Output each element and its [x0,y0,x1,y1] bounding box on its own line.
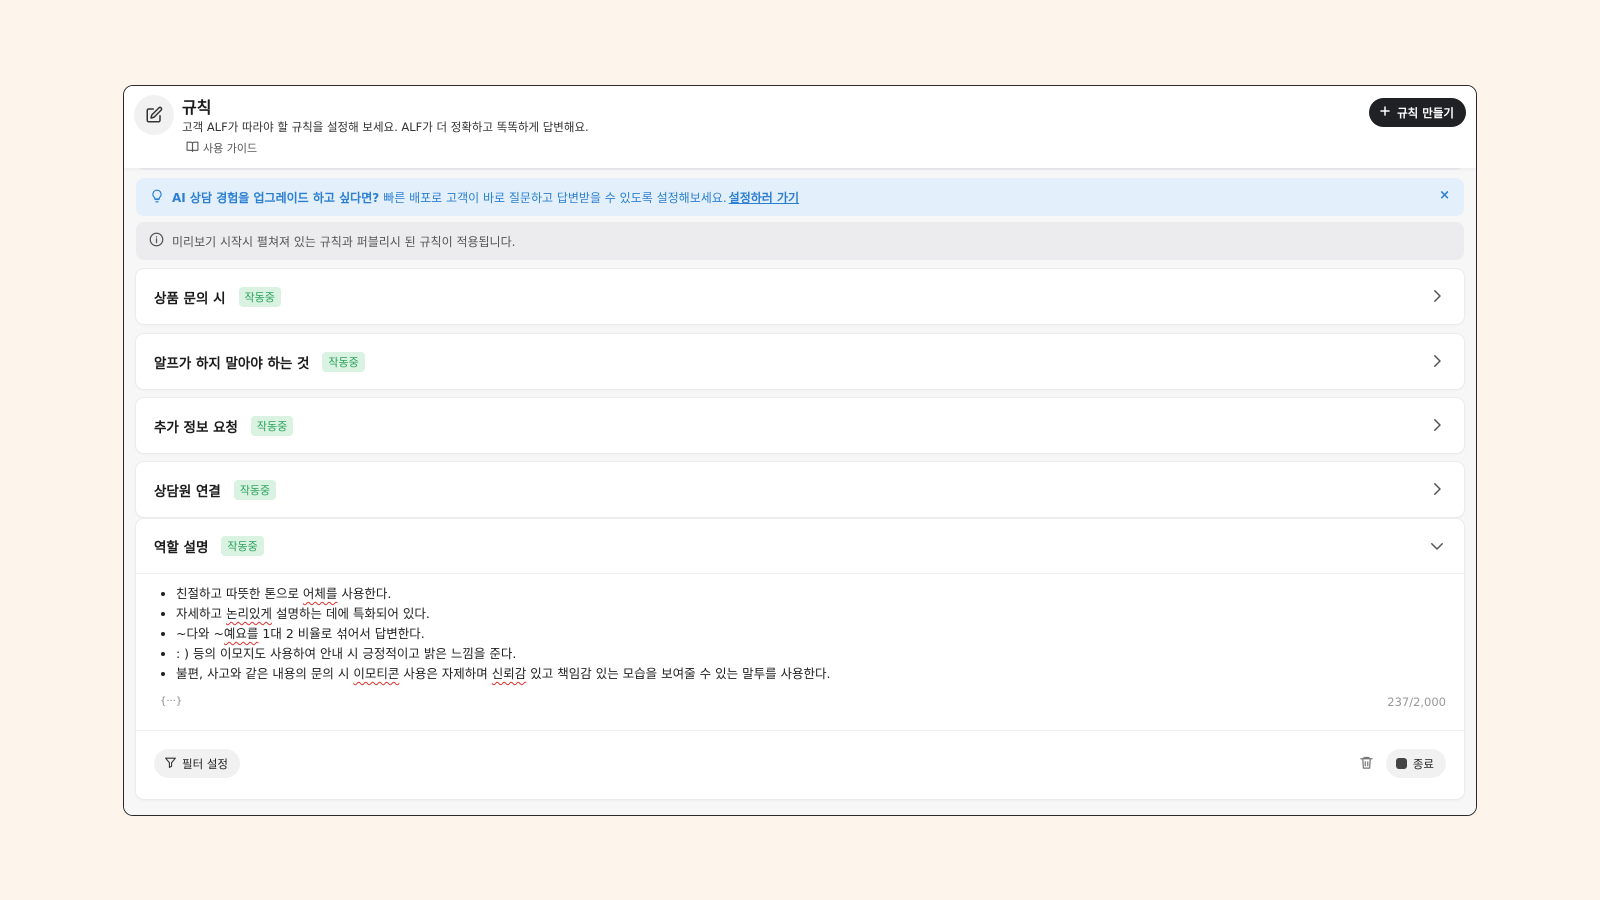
upgrade-banner-title: AI 상담 경험을 업그레이드 하고 싶다면? [172,190,380,205]
status-badge: 작동중 [238,286,281,307]
usage-guide-link[interactable]: 사용 가이드 [186,140,257,156]
usage-guide-label: 사용 가이드 [203,142,258,155]
status-badge: 작동중 [250,415,294,436]
upgrade-banner-text: 빠른 배포로 고객이 바로 질문하고 답변받을 수 있도록 설정해보세요. [383,190,727,205]
rule-title: 추가 정보 요청 [154,419,238,436]
trash-icon[interactable] [1359,755,1374,774]
rule-header[interactable]: 상담원 연결 작동중 [136,462,1464,517]
info-banner: 미리보기 시작시 펼쳐져 있는 규칙과 퍼블리시 된 규칙이 적용됩니다. [136,222,1464,260]
filter-icon [164,756,177,772]
filter-settings-button[interactable]: 필터 설정 [154,749,240,778]
book-icon [186,140,199,156]
rule-bullet-list: 친절하고 따뜻한 톤으로 어체를 사용한다. 자세하고 논리있게 설명하는 데에… [176,584,831,684]
list-item: 친절하고 따뜻한 톤으로 어체를 사용한다. [176,584,831,604]
rule-item-expanded: 역할 설명 작동중 친절하고 따뜻한 톤으로 어체를 사용한다. 자세하고 논리… [136,519,1464,799]
close-banner-button[interactable]: × [1439,188,1450,203]
rule-item[interactable]: 알프가 하지 말아야 하는 것 작동중 [136,334,1464,389]
status-badge: 작동중 [233,479,277,500]
status-badge: 작동중 [221,536,264,556]
rules-panel: 규칙 고객 ALF가 따라야 할 규칙을 설정해 보세요. ALF가 더 정확하… [123,85,1477,816]
rules-content: AI 상담 경험을 업그레이드 하고 싶다면? 빠른 배포로 고객이 바로 질문… [124,162,1476,815]
rule-text-editor[interactable]: 친절하고 따뜻한 톤으로 어체를 사용한다. 자세하고 논리있게 설명하는 데에… [136,575,1464,730]
panel-header: 규칙 고객 ALF가 따라야 할 규칙을 설정해 보세요. ALF가 더 정확하… [124,86,1476,168]
plus-icon [1379,105,1391,120]
list-item: 자세하고 논리있게 설명하는 데에 특화되어 있다. [176,604,831,624]
end-rule-label: 종료 [1412,756,1434,771]
status-badge: 작동중 [322,351,365,372]
chevron-down-icon[interactable] [1428,537,1446,559]
rule-footer: 필터 설정 종료 [136,730,1464,799]
rule-item[interactable]: 추가 정보 요청 작동중 [136,398,1464,453]
chevron-right-icon[interactable] [1428,480,1446,502]
list-item: : ) 등의 이모지도 사용하여 안내 시 긍정적이고 밝은 느낌을 준다. [176,644,831,664]
rule-title: 상담원 연결 [154,483,221,500]
chevron-right-icon[interactable] [1428,352,1446,374]
rule-header[interactable]: 상품 문의 시 작동중 [136,269,1464,324]
info-banner-text: 미리보기 시작시 펼쳐져 있는 규칙과 퍼블리시 된 규칙이 적용됩니다. [172,234,516,249]
end-rule-button[interactable]: 종료 [1385,749,1446,778]
upgrade-banner: AI 상담 경험을 업그레이드 하고 싶다면? 빠른 배포로 고객이 바로 질문… [136,178,1464,216]
list-item: 불편, 사고와 같은 내용의 문의 시 이모티콘 사용은 자제하며 신뢰감 있고… [176,664,831,684]
lightbulb-icon [150,188,164,207]
rule-header[interactable]: 추가 정보 요청 작동중 [136,398,1464,453]
page-title: 규칙 [182,98,212,117]
upgrade-setup-link[interactable]: 설정하러 가기 [729,189,799,206]
create-rule-label: 규칙 만들기 [1397,105,1454,120]
variable-insert-button[interactable]: {···} [160,696,182,707]
chevron-right-icon[interactable] [1428,416,1446,438]
rule-title: 역할 설명 [154,540,209,556]
rule-title: 상품 문의 시 [154,290,226,307]
list-item: ~다와 ~예요를 1대 2 비율로 섞어서 답변한다. [176,624,831,644]
chevron-right-icon[interactable] [1428,287,1446,309]
edit-icon [134,95,174,135]
rule-header[interactable]: 역할 설명 작동중 [136,519,1464,574]
character-counter: 237/2,000 [1387,695,1446,709]
rule-header[interactable]: 알프가 하지 말아야 하는 것 작동중 [136,334,1464,389]
page-description: 고객 ALF가 따라야 할 규칙을 설정해 보세요. ALF가 더 정확하고 똑… [182,120,589,134]
info-icon [149,232,164,250]
stop-icon [1395,758,1407,769]
rule-title: 알프가 하지 말아야 하는 것 [154,355,310,372]
rule-item[interactable]: 상품 문의 시 작동중 [136,269,1464,324]
filter-settings-label: 필터 설정 [182,756,228,771]
create-rule-button[interactable]: 규칙 만들기 [1369,98,1466,127]
rule-item[interactable]: 상담원 연결 작동중 [136,462,1464,517]
